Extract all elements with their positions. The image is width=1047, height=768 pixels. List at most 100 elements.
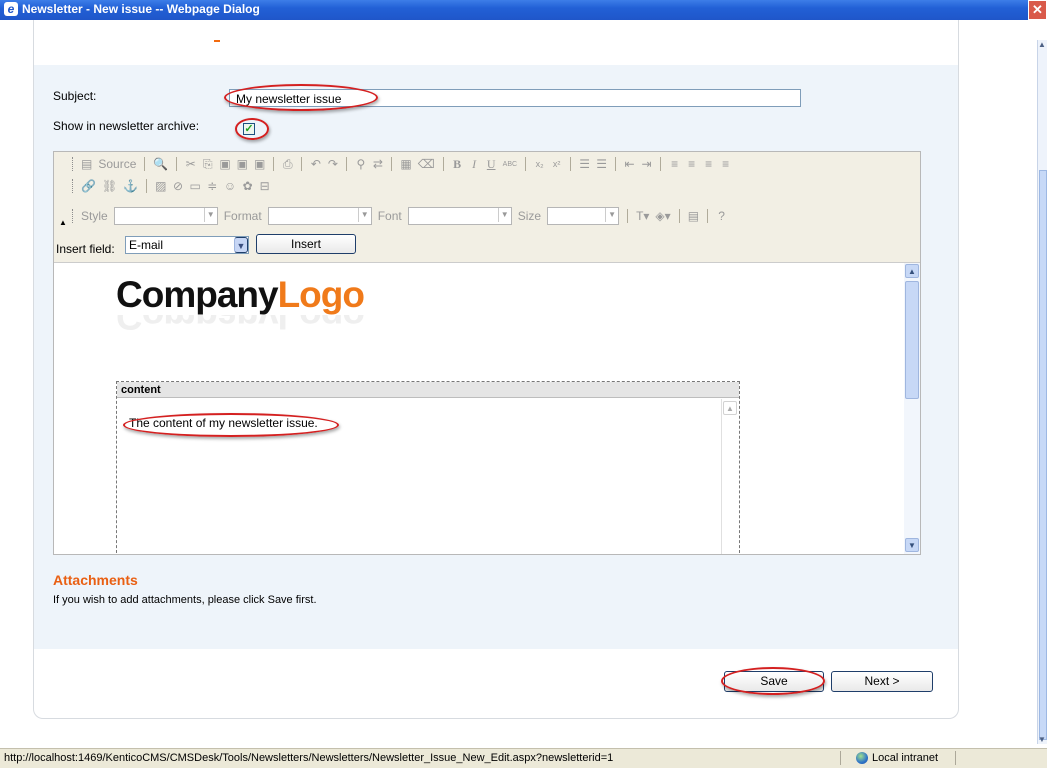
justify-icon[interactable]: ≡ [720, 157, 731, 171]
panel-header [34, 20, 958, 65]
window-scrollbar[interactable]: ▲ ▼ [1037, 40, 1047, 744]
status-bar: http://localhost:1469/KenticoCMS/CMSDesk… [0, 748, 1047, 768]
insert-field-row: Insert field: E-mail ▼ Insert [54, 232, 920, 263]
page-break-icon[interactable]: ⊟ [259, 179, 270, 193]
table-icon[interactable]: ▭ [189, 179, 200, 193]
company-logo-reflection: CompanyLogo [116, 315, 364, 337]
editor-document[interactable]: CompanyLogo CompanyLogo content The cont… [54, 263, 904, 554]
show-blocks-icon[interactable]: ▤ [688, 209, 699, 223]
align-right-icon[interactable]: ≡ [703, 157, 714, 171]
globe-icon [856, 752, 868, 764]
close-icon[interactable]: ✕ [1028, 0, 1047, 20]
company-logo: CompanyLogo [116, 274, 365, 315]
special-char-icon[interactable]: ✿ [242, 179, 253, 193]
scroll-down-arrow-icon[interactable]: ▼ [905, 538, 919, 552]
scroll-up-arrow-icon[interactable]: ▲ [905, 264, 919, 278]
chevron-down-icon[interactable]: ▼ [234, 237, 248, 253]
paste-icon[interactable]: ▣ [219, 157, 230, 171]
style-combo[interactable]: ▼ [113, 207, 218, 225]
find-icon[interactable]: ⚲ [355, 157, 366, 171]
format-combo[interactable]: ▼ [267, 207, 372, 225]
help-icon[interactable]: ? [716, 209, 727, 223]
italic-icon[interactable]: I [469, 157, 480, 172]
scroll-up-arrow-icon[interactable]: ▲ [723, 401, 737, 415]
highlight-oval-content [123, 413, 339, 437]
toolbar-row-3: Style ▼ Format ▼ Font ▼ Size ▼ T▾ ◈▾ ▤ ? [72, 206, 727, 226]
source-button-label[interactable]: Source [98, 157, 136, 171]
horizontal-rule-icon[interactable]: ≑ [207, 179, 218, 193]
scroll-down-arrow-icon[interactable]: ▼ [1038, 735, 1046, 744]
remove-format-icon[interactable]: ⌫ [418, 157, 435, 171]
indent-icon[interactable]: ⇥ [641, 157, 652, 171]
attachments-note: If you wish to add attachments, please c… [53, 594, 317, 606]
font-label: Font [377, 209, 402, 223]
bullet-list-icon[interactable]: ☰ [596, 157, 607, 171]
editor-scroll-thumb[interactable] [905, 281, 919, 399]
replace-icon[interactable]: ⇄ [372, 157, 383, 171]
highlight-oval-checkbox [235, 118, 269, 140]
copy-icon[interactable]: ⎘ [202, 157, 213, 172]
chevron-down-icon: ▼ [605, 208, 618, 222]
scroll-up-arrow-icon[interactable]: ▲ [1038, 40, 1046, 49]
window-title: Newsletter - New issue -- Webpage Dialog [22, 2, 260, 16]
subscript-icon[interactable]: x₂ [534, 159, 545, 169]
chevron-down-icon: ▼ [203, 208, 217, 222]
insert-field-select[interactable]: E-mail ▼ [125, 236, 249, 254]
collapse-toolbar-icon[interactable]: ▲ [59, 218, 67, 227]
next-button[interactable]: Next > [831, 671, 933, 692]
insert-field-label: Insert field: [56, 242, 115, 256]
strike-icon[interactable]: ABC [503, 161, 517, 168]
html-editor: ▤ Source 🔍 ✂ ⎘ ▣ ▣ ▣ ⎙ ↶ ↷ ⚲ ⇄ ▦ ⌫ B I U… [53, 151, 921, 555]
outdent-icon[interactable]: ⇤ [624, 157, 635, 171]
image-icon[interactable]: ▨ [155, 179, 166, 193]
editor-toolbar: ▤ Source 🔍 ✂ ⎘ ▣ ▣ ▣ ⎙ ↶ ↷ ⚲ ⇄ ▦ ⌫ B I U… [54, 152, 920, 233]
toolbar-row-2: 🔗 ⛓ ⚓ ▨ ⊘ ▭ ≑ ☺ ✿ ⊟ [72, 176, 270, 196]
chevron-down-icon: ▼ [357, 208, 371, 222]
status-url: http://localhost:1469/KenticoCMS/CMSDesk… [4, 752, 614, 764]
content-region[interactable]: content The content of my newsletter iss… [116, 381, 740, 554]
insert-link-icon[interactable]: 🔗 [81, 179, 96, 193]
numbered-list-icon[interactable]: ☰ [579, 157, 590, 171]
undo-icon[interactable]: ↶ [310, 157, 321, 171]
text-color-icon[interactable]: T▾ [636, 209, 649, 223]
preview-icon[interactable]: 🔍 [153, 157, 168, 171]
style-label: Style [81, 209, 108, 223]
cut-icon[interactable]: ✂ [185, 157, 196, 171]
superscript-icon[interactable]: x² [551, 159, 562, 169]
ie-icon: e [4, 2, 18, 16]
security-zone: Local intranet [856, 752, 938, 764]
align-left-icon[interactable]: ≡ [669, 157, 680, 171]
window-title-bar: e Newsletter - New issue -- Webpage Dial… [0, 0, 1047, 20]
flash-icon[interactable]: ⊘ [172, 179, 183, 193]
font-combo[interactable]: ▼ [407, 207, 512, 225]
redo-icon[interactable]: ↷ [327, 157, 338, 171]
unlink-icon[interactable]: ⛓ [102, 179, 117, 193]
select-all-icon[interactable]: ▦ [400, 157, 411, 171]
scroll-thumb[interactable] [1039, 170, 1047, 740]
print-icon[interactable]: ⎙ [282, 157, 293, 172]
paste-text-icon[interactable]: ▣ [237, 157, 248, 171]
highlight-oval-save [721, 667, 825, 695]
underline-icon[interactable]: U [486, 157, 497, 172]
paste-word-icon[interactable]: ▣ [254, 157, 265, 171]
format-label: Format [223, 209, 262, 223]
subject-label: Subject: [53, 89, 97, 103]
bold-icon[interactable]: B [452, 157, 463, 172]
insert-button[interactable]: Insert [256, 234, 356, 254]
chevron-down-icon: ▼ [497, 208, 511, 222]
anchor-icon[interactable]: ⚓ [123, 179, 138, 193]
bg-color-icon[interactable]: ◈▾ [655, 209, 670, 223]
header-accent [214, 40, 220, 42]
size-combo[interactable]: ▼ [547, 207, 620, 225]
editor-scrollbar[interactable]: ▲ ▼ [904, 263, 920, 554]
size-label: Size [517, 209, 542, 223]
insert-field-selected: E-mail [129, 238, 164, 252]
archive-label: Show in newsletter archive: [53, 119, 200, 133]
align-center-icon[interactable]: ≡ [686, 157, 697, 171]
source-icon[interactable]: ▤ [81, 157, 92, 171]
content-scrollbar[interactable]: ▲ [721, 399, 738, 554]
toolbar-row-1: ▤ Source 🔍 ✂ ⎘ ▣ ▣ ▣ ⎙ ↶ ↷ ⚲ ⇄ ▦ ⌫ B I U… [72, 154, 731, 174]
highlight-oval-subject [224, 84, 378, 111]
smiley-icon[interactable]: ☺ [224, 179, 236, 193]
attachments-title: Attachments [53, 572, 138, 588]
